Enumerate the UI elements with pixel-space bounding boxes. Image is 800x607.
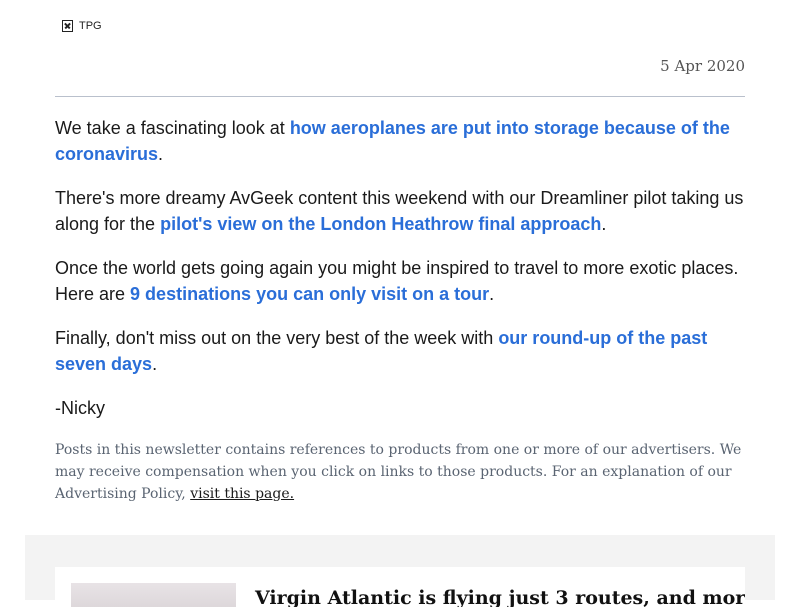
link-tour-destinations[interactable]: 9 destinations you can only visit on a t… [130,284,489,304]
paragraph-punctuation: . [601,214,607,234]
paragraph-punctuation: . [152,354,158,374]
newsletter-body: We take a fascinating look at how aeropl… [55,115,755,421]
header-divider [55,96,745,97]
news-thumbnail[interactable] [71,583,236,607]
advertiser-disclaimer: Posts in this newsletter contains refere… [55,439,750,505]
advertising-policy-link[interactable]: visit this page. [190,486,294,502]
newsletter-date: 5 Apr 2020 [660,57,745,75]
news-section: Virgin Atlantic is flying just 3 routes,… [25,535,775,607]
paragraph-text: Finally, don't miss out on the very best… [55,328,499,348]
paragraph-destinations: Once the world gets going again you migh… [55,255,755,307]
signature: -Nicky [55,398,105,418]
paragraph-heathrow: There's more dreamy AvGeek content this … [55,185,755,237]
logo-alt-text: TPG [79,20,102,32]
news-headline[interactable]: Virgin Atlantic is flying just 3 routes,… [255,587,745,607]
tpg-logo[interactable]: TPG [62,20,102,32]
broken-image-icon [62,20,73,32]
disclaimer-text: Posts in this newsletter contains refere… [55,442,742,502]
paragraph-punctuation: . [489,284,495,304]
paragraph-roundup: Finally, don't miss out on the very best… [55,325,755,377]
news-card[interactable]: Virgin Atlantic is flying just 3 routes,… [55,567,745,607]
paragraph-punctuation: . [158,144,164,164]
paragraph-text: We take a fascinating look at [55,118,290,138]
link-heathrow-approach[interactable]: pilot's view on the London Heathrow fina… [160,214,601,234]
paragraph-storage: We take a fascinating look at how aeropl… [55,115,755,167]
